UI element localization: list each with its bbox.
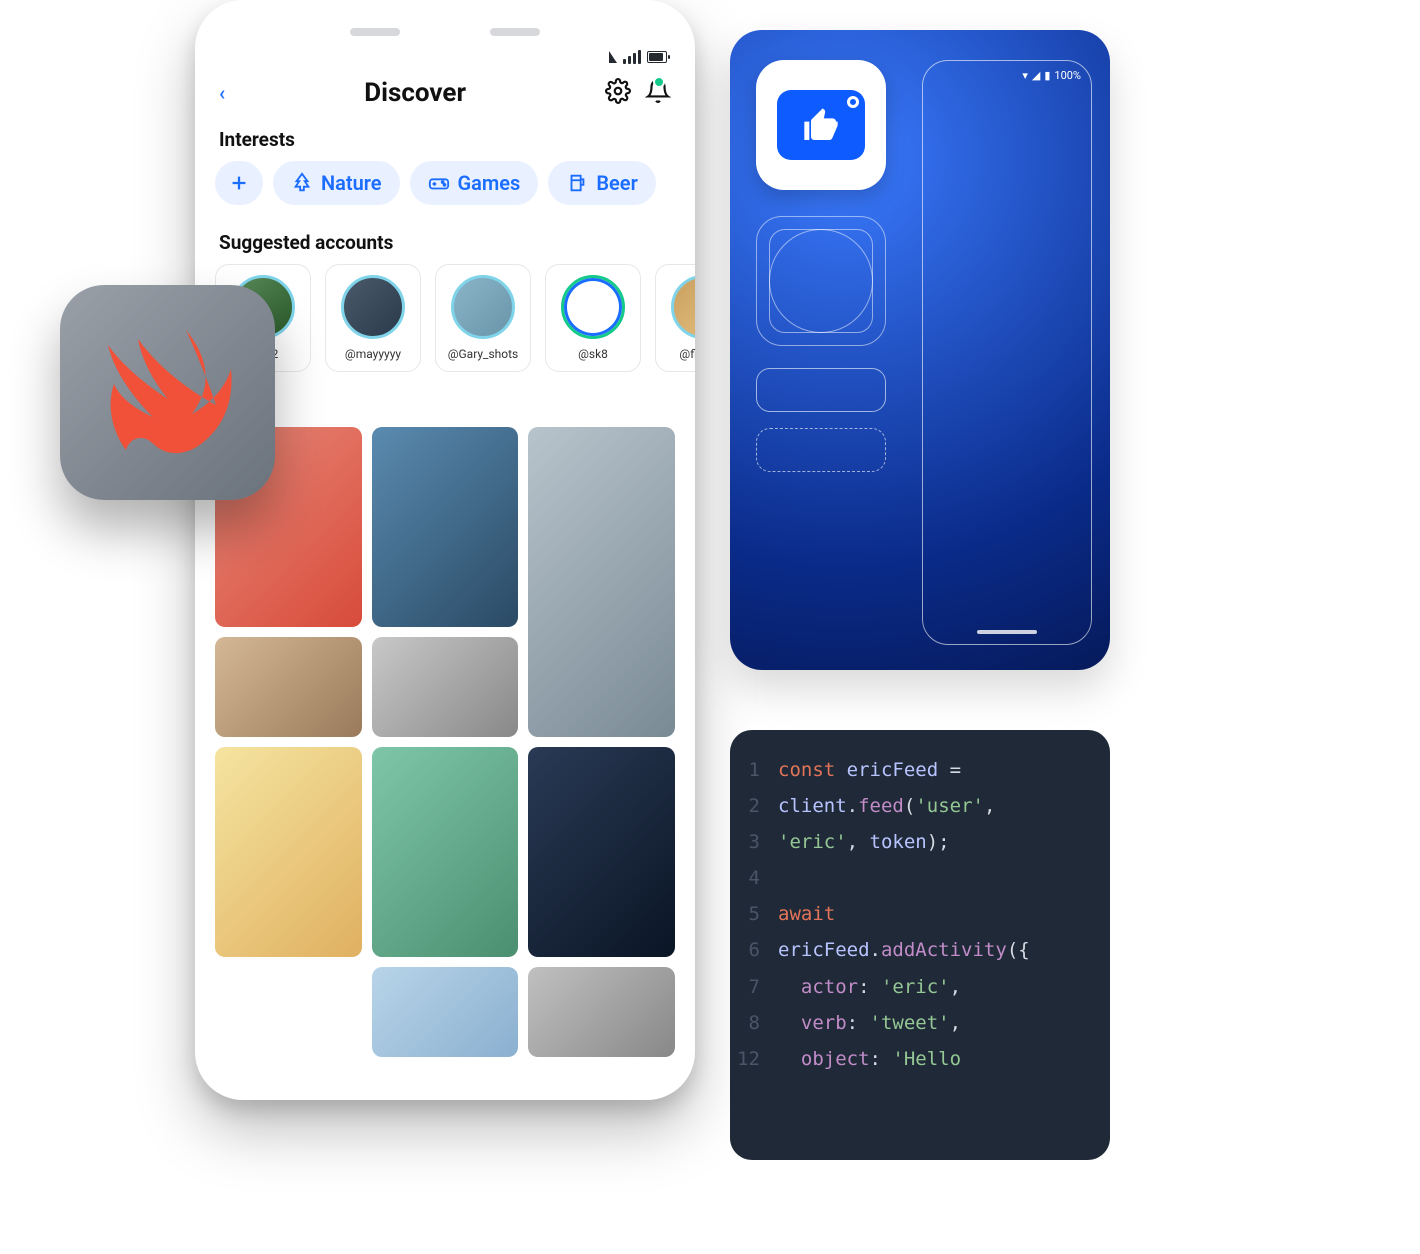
phone-mockup: ‹ Discover Interests Nature Games Beer xyxy=(195,0,695,1100)
thumbs-tile xyxy=(777,90,865,160)
code-line: 2client.feed('user', xyxy=(730,788,1110,824)
line-number: 3 xyxy=(730,824,778,860)
app-header: ‹ Discover xyxy=(195,68,695,116)
wireframe-icon-grid xyxy=(756,216,886,346)
battery-icon: ▮ xyxy=(1044,69,1050,82)
line-number: 2 xyxy=(730,788,778,824)
account-card[interactable]: @mayyyyy xyxy=(325,264,421,372)
wireframe-slot-dashed xyxy=(756,428,886,472)
code-content: object: 'Hello xyxy=(778,1041,961,1077)
signal-icon: ◢ xyxy=(1032,69,1040,82)
wireframe-slot xyxy=(756,368,886,412)
wifi-icon: ▾ xyxy=(1022,69,1028,82)
wifi-icon xyxy=(623,50,641,64)
account-card[interactable]: @flo_bot xyxy=(655,264,695,372)
code-line: 1const ericFeed = xyxy=(730,752,1110,788)
add-interest-button[interactable] xyxy=(215,161,263,205)
code-line: 3'eric', token); xyxy=(730,824,1110,860)
code-snippet-card: 1const ericFeed =2client.feed('user',3'e… xyxy=(730,730,1110,1160)
code-line: 8 verb: 'tweet', xyxy=(730,1005,1110,1041)
settings-button[interactable] xyxy=(605,78,631,108)
signal-icon xyxy=(609,51,617,63)
notifications-button[interactable] xyxy=(645,78,671,108)
feed-tile[interactable] xyxy=(528,747,675,957)
beer-icon xyxy=(566,172,588,194)
tree-icon xyxy=(291,172,313,194)
account-card[interactable]: @Gary_shots xyxy=(435,264,531,372)
code-line: 4 xyxy=(730,860,1110,896)
avatar xyxy=(341,275,405,339)
page-title: Discover xyxy=(225,78,605,108)
feed-tile[interactable] xyxy=(372,967,519,1057)
feed-tile[interactable] xyxy=(372,637,519,737)
account-handle: @flo_bot xyxy=(679,347,695,361)
code-content: ericFeed.addActivity({ xyxy=(778,932,1030,968)
account-handle: @mayyyyy xyxy=(345,347,401,361)
gear-icon xyxy=(605,78,631,104)
feed-grid xyxy=(195,427,695,1057)
code-line: 5await xyxy=(730,896,1110,932)
line-number: 4 xyxy=(730,860,778,896)
battery-icon xyxy=(647,51,667,63)
home-indicator xyxy=(977,630,1037,634)
account-handle: @Gary_shots xyxy=(448,347,519,361)
gamepad-icon xyxy=(428,172,450,194)
feed-tile[interactable] xyxy=(528,967,675,1057)
swift-icon xyxy=(93,318,243,468)
line-number: 7 xyxy=(730,969,778,1005)
interest-chip-games[interactable]: Games xyxy=(410,161,539,205)
wireframe-phone: ▾ ◢ ▮ 100% xyxy=(922,60,1092,645)
status-bar xyxy=(195,44,695,68)
interests-label: Interests xyxy=(195,116,695,161)
line-number: 8 xyxy=(730,1005,778,1041)
notification-dot xyxy=(653,76,665,88)
blueprint-card: ▾ ◢ ▮ 100% xyxy=(730,30,1110,670)
notification-dot xyxy=(847,96,859,108)
battery-label: 100% xyxy=(1054,69,1081,82)
code-content: actor: 'eric', xyxy=(778,969,961,1005)
account-handle: @sk8 xyxy=(578,347,608,361)
code-line: 6ericFeed.addActivity({ xyxy=(730,932,1110,968)
suggested-label: Suggested accounts xyxy=(195,219,695,264)
thumbs-up-icon xyxy=(801,105,841,145)
line-number: 12 xyxy=(730,1041,778,1077)
code-content: const ericFeed = xyxy=(778,752,961,788)
chip-label: Beer xyxy=(596,171,637,195)
code-content: verb: 'tweet', xyxy=(778,1005,961,1041)
plus-icon xyxy=(228,172,250,194)
line-number: 5 xyxy=(730,896,778,932)
swift-logo-badge xyxy=(60,285,275,500)
chip-label: Nature xyxy=(321,171,382,195)
code-line: 12 object: 'Hello xyxy=(730,1041,1110,1077)
wireframe-status-bar: ▾ ◢ ▮ 100% xyxy=(923,61,1091,90)
code-content: await xyxy=(778,896,835,932)
avatar xyxy=(561,275,625,339)
phone-speaker xyxy=(195,28,695,44)
line-number: 1 xyxy=(730,752,778,788)
feed-tile[interactable] xyxy=(528,427,675,737)
line-number: 6 xyxy=(730,932,778,968)
chip-label: Games xyxy=(458,171,521,195)
feed-tile[interactable] xyxy=(372,747,519,957)
code-content: 'eric', token); xyxy=(778,824,950,860)
avatar xyxy=(671,275,695,339)
interest-chip-beer[interactable]: Beer xyxy=(548,161,655,205)
feed-tile[interactable] xyxy=(372,427,519,627)
app-icon-tile xyxy=(756,60,886,190)
code-content: client.feed('user', xyxy=(778,788,995,824)
feed-tile[interactable] xyxy=(215,747,362,957)
avatar xyxy=(451,275,515,339)
account-card[interactable]: @sk8 xyxy=(545,264,641,372)
code-line: 7 actor: 'eric', xyxy=(730,969,1110,1005)
feed-tile[interactable] xyxy=(215,637,362,737)
interest-chip-nature[interactable]: Nature xyxy=(273,161,400,205)
interest-chips: Nature Games Beer xyxy=(195,161,695,219)
